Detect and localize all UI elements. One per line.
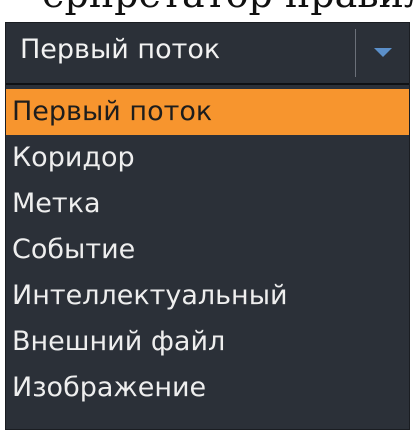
option-label: Первый поток xyxy=(12,96,213,127)
option-image[interactable]: Изображение xyxy=(6,365,409,411)
page-heading-fragment: ерпретатор правил для xyxy=(0,0,415,16)
dropdown-selected-value: Первый поток xyxy=(20,34,221,65)
dropdown-toggle-button[interactable] xyxy=(358,23,409,83)
option-label: Внешний файл xyxy=(12,326,226,357)
type-dropdown[interactable]: Первый поток Первый поток Коридор Метка … xyxy=(5,22,410,430)
option-label-mark[interactable]: Метка xyxy=(6,181,409,227)
option-first-stream[interactable]: Первый поток xyxy=(6,89,409,135)
chevron-down-icon xyxy=(374,48,392,57)
option-label: Метка xyxy=(12,188,101,219)
option-corridor[interactable]: Коридор xyxy=(6,135,409,181)
page-heading-text: ерпретатор правил для xyxy=(42,0,415,16)
option-intellectual[interactable]: Интеллектуальный xyxy=(6,273,409,319)
option-label: Коридор xyxy=(12,142,135,173)
combo-divider xyxy=(355,29,356,77)
option-external-file[interactable]: Внешний файл xyxy=(6,319,409,365)
dropdown-combo[interactable]: Первый поток xyxy=(6,23,409,85)
option-event[interactable]: Событие xyxy=(6,227,409,273)
option-label: Изображение xyxy=(12,372,207,403)
option-label: Интеллектуальный xyxy=(12,280,288,311)
option-label: Событие xyxy=(12,234,136,265)
dropdown-options-list: Первый поток Коридор Метка Событие Интел… xyxy=(6,89,409,411)
